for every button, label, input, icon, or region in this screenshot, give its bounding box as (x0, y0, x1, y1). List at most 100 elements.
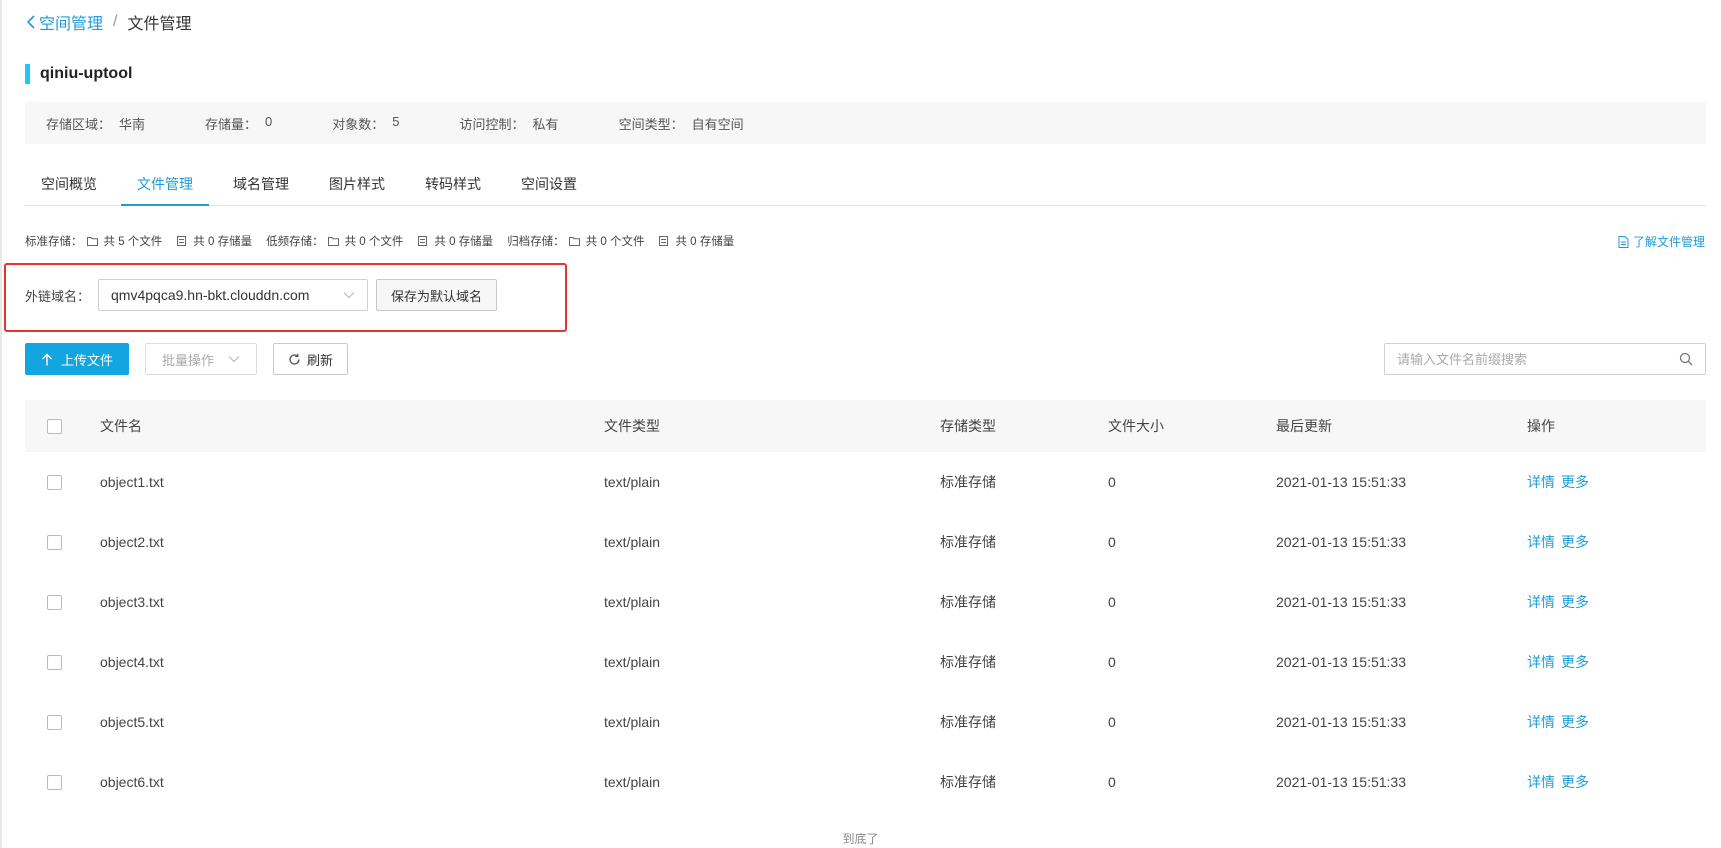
row-checkbox[interactable] (47, 654, 62, 670)
stats-low-label: 低频存储： (266, 236, 324, 248)
bucket-info-bar: 存储区域： 华南 存储量： 0 对象数： 5 访问控制： 私有 空间类型： 自有空间 (25, 102, 1706, 144)
file-updated: 2021-01-13 15:51:33 (1276, 654, 1406, 670)
chevron-down-icon (343, 292, 355, 299)
info-objects: 对象数： 5 (332, 114, 399, 133)
detail-link[interactable]: 详情 (1527, 772, 1555, 792)
tab-transcode-styles[interactable]: 转码样式 (409, 166, 497, 206)
info-access-value: 私有 (532, 116, 559, 132)
row-check-cell (25, 774, 100, 790)
row-checkbox[interactable] (47, 474, 62, 490)
file-storage: 标准存储 (940, 774, 996, 790)
search-box (1384, 343, 1706, 375)
file-storage: 标准存储 (940, 714, 996, 730)
file-type: text/plain (604, 774, 661, 790)
table-row: object5.txt text/plain 标准存储 0 2021-01-13… (25, 692, 1706, 752)
file-size: 0 (1108, 774, 1116, 790)
info-region-value: 华南 (119, 116, 146, 132)
file-updated: 2021-01-13 15:51:33 (1276, 774, 1406, 790)
file-size: 0 (1108, 654, 1116, 670)
row-checkbox[interactable] (47, 774, 62, 790)
file-storage: 标准存储 (940, 534, 996, 550)
breadcrumb-current: 文件管理 (127, 16, 192, 33)
more-link[interactable]: 更多 (1561, 532, 1589, 552)
file-table: 文件名 文件类型 存储类型 文件大小 最后更新 操作 object1.txt t… (25, 400, 1706, 812)
table-row: object1.txt text/plain 标准存储 0 2021-01-13… (25, 452, 1706, 512)
breadcrumb: 空间管理 / 文件管理 (26, 10, 191, 34)
file-storage: 标准存储 (940, 474, 996, 490)
tab-overview[interactable]: 空间概览 (25, 166, 113, 206)
learn-link-label: 了解文件管理 (1632, 235, 1705, 249)
tab-file-management[interactable]: 文件管理 (121, 166, 209, 206)
file-size: 0 (1108, 534, 1116, 550)
batch-operations-button[interactable]: 批量操作 (145, 343, 258, 375)
detail-link[interactable]: 详情 (1527, 712, 1555, 732)
search-icon[interactable] (1679, 352, 1693, 366)
select-all-checkbox[interactable] (47, 418, 62, 434)
title-accent-bar (25, 64, 30, 84)
header-ops: 操作 (1527, 418, 1555, 434)
row-checkbox[interactable] (47, 594, 62, 610)
info-storage-value: 0 (265, 113, 273, 129)
stats-archive-size: 共 0 存储量 (675, 236, 735, 248)
more-link[interactable]: 更多 (1561, 592, 1589, 612)
file-storage: 标准存储 (940, 594, 996, 610)
file-name: object2.txt (100, 534, 164, 550)
row-check-cell (25, 714, 100, 730)
row-checkbox[interactable] (47, 534, 62, 550)
search-input[interactable] (1397, 351, 1679, 367)
ops-cell: 详情 更多 (1527, 712, 1706, 732)
ops-cell: 详情 更多 (1527, 532, 1706, 552)
stats-standard-size: 共 0 存储量 (193, 236, 253, 248)
file-size: 0 (1108, 714, 1116, 730)
file-type: text/plain (604, 714, 661, 730)
domain-select[interactable]: qmv4pqca9.hn-bkt.clouddn.com (98, 279, 369, 311)
more-link[interactable]: 更多 (1561, 652, 1589, 672)
file-name: object1.txt (100, 474, 164, 490)
info-type: 空间类型： 自有空间 (619, 114, 744, 133)
more-link[interactable]: 更多 (1561, 712, 1589, 732)
more-link[interactable]: 更多 (1561, 772, 1589, 792)
upload-file-button[interactable]: 上传文件 (25, 343, 130, 375)
stats-low-size: 共 0 存储量 (434, 236, 494, 248)
domain-select-value: qmv4pqca9.hn-bkt.clouddn.com (111, 287, 310, 303)
database-icon (177, 236, 187, 246)
stats-archive-files: 共 0 个文件 (585, 236, 645, 248)
refresh-button[interactable]: 刷新 (273, 343, 349, 375)
row-check-cell (25, 654, 100, 670)
header-updated: 最后更新 (1276, 418, 1332, 434)
arrow-up-icon (42, 353, 52, 365)
tab-domain-management[interactable]: 域名管理 (217, 166, 305, 206)
select-all-cell (25, 418, 100, 434)
row-check-cell (25, 534, 100, 550)
info-region-label: 存储区域： (46, 116, 112, 132)
table-row: object4.txt text/plain 标准存储 0 2021-01-13… (25, 632, 1706, 692)
database-icon (659, 236, 669, 246)
file-type: text/plain (604, 474, 661, 490)
info-access: 访问控制： 私有 (460, 114, 559, 133)
chevron-left-icon (26, 15, 35, 29)
breadcrumb-back-link[interactable]: 空间管理 (26, 10, 103, 34)
table-row: object2.txt text/plain 标准存储 0 2021-01-13… (25, 512, 1706, 572)
detail-link[interactable]: 详情 (1527, 652, 1555, 672)
save-default-domain-button[interactable]: 保存为默认域名 (376, 279, 498, 311)
tab-bar: 空间概览 文件管理 域名管理 图片样式 转码样式 空间设置 (25, 166, 1706, 206)
tab-bucket-settings[interactable]: 空间设置 (505, 166, 593, 206)
info-type-value: 自有空间 (691, 116, 744, 132)
breadcrumb-back-label: 空间管理 (39, 16, 104, 33)
detail-link[interactable]: 详情 (1527, 592, 1555, 612)
info-objects-label: 对象数： (332, 116, 385, 132)
row-checkbox[interactable] (47, 714, 62, 730)
detail-link[interactable]: 详情 (1527, 472, 1555, 492)
database-icon (418, 236, 428, 246)
learn-file-management-link[interactable]: 了解文件管理 (1618, 233, 1705, 250)
info-region: 存储区域： 华南 (46, 114, 145, 133)
domain-row: 外链域名： qmv4pqca9.hn-bkt.clouddn.com 保存为默认… (25, 279, 498, 311)
more-link[interactable]: 更多 (1561, 472, 1589, 492)
info-storage: 存储量： 0 (205, 114, 272, 133)
batch-operations-label: 批量操作 (162, 352, 215, 368)
detail-link[interactable]: 详情 (1527, 532, 1555, 552)
bucket-title: qiniu-uptool (25, 64, 132, 84)
storage-stats: 标准存储： 共 5 个文件 共 0 存储量 低频存储： 共 0 个文件 共 0 … (25, 233, 748, 249)
file-name: object5.txt (100, 714, 164, 730)
tab-image-styles[interactable]: 图片样式 (313, 166, 401, 206)
